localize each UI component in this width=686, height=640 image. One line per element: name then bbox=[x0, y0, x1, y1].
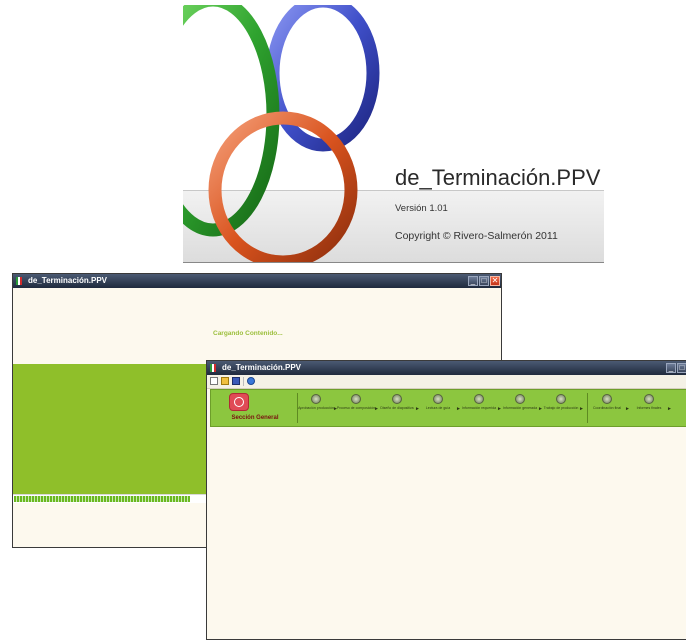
stage-button-3[interactable]: Diseño de diapositiva bbox=[380, 392, 414, 424]
maximize-button[interactable]: □ bbox=[479, 276, 489, 286]
app-title: de_Terminación.PPV bbox=[395, 165, 601, 190]
section-general-icon bbox=[229, 393, 249, 411]
close-button[interactable]: ✕ bbox=[490, 276, 500, 286]
splash-bottom-line bbox=[183, 262, 604, 263]
stage-button-2[interactable]: Proceso de composición bbox=[337, 392, 375, 424]
version-label: Versión 1.01 bbox=[395, 203, 448, 214]
stage-icon bbox=[311, 394, 321, 404]
app-flag-icon bbox=[16, 277, 24, 285]
new-file-icon[interactable] bbox=[210, 377, 218, 385]
window-title: de_Terminación.PPV bbox=[28, 276, 107, 285]
stage-icon bbox=[556, 394, 566, 404]
navigation-ribbon: Sección General Aprobación producción ► … bbox=[210, 389, 686, 427]
arrow-icon: ► bbox=[579, 406, 584, 412]
window-title: de_Terminación.PPV bbox=[222, 363, 301, 372]
stage-button-5[interactable]: Información requerida bbox=[462, 392, 496, 424]
minimize-icon: _ bbox=[668, 363, 674, 372]
loading-message: Cargando Contenido... bbox=[213, 330, 283, 337]
stage-label: Coordinación final bbox=[592, 406, 622, 410]
stage-label: Aprobación producción bbox=[298, 406, 334, 410]
stage-button-4[interactable]: Lectura de guía bbox=[423, 392, 453, 424]
orange-ring bbox=[208, 111, 358, 263]
splash-screen: de_Terminación.PPV Versión 1.01 Copyrigh… bbox=[183, 5, 604, 263]
main-titlebar[interactable]: de_Terminación.PPV _ □ bbox=[207, 361, 686, 375]
stage-label: Información requerida bbox=[461, 406, 497, 410]
arrow-icon: ► bbox=[667, 406, 672, 412]
minimize-button[interactable]: _ bbox=[468, 276, 478, 286]
stage-label: Lectura de guía bbox=[425, 406, 451, 410]
main-toolbar bbox=[207, 375, 686, 389]
minimize-icon: _ bbox=[470, 276, 476, 285]
stage-label: Diseño de diapositiva bbox=[380, 406, 414, 410]
stage-button-1[interactable]: Aprobación producción bbox=[298, 392, 334, 424]
maximize-icon: □ bbox=[679, 363, 685, 372]
stage-label: Informes finales bbox=[636, 406, 662, 410]
maximize-icon: □ bbox=[481, 276, 487, 285]
stage-icon bbox=[515, 394, 525, 404]
stage-icon bbox=[433, 394, 443, 404]
stage-icon bbox=[351, 394, 361, 404]
main-window: de_Terminación.PPV _ □ Sección General A… bbox=[206, 360, 686, 640]
section-general-button[interactable]: Sección General bbox=[211, 390, 299, 426]
open-folder-icon[interactable] bbox=[221, 377, 229, 385]
maximize-button[interactable]: □ bbox=[677, 363, 686, 373]
stage-label: Proceso de composición bbox=[336, 406, 376, 410]
stage-button-8[interactable]: Coordinación final bbox=[592, 392, 622, 424]
copyright-label: Copyright © Rivero-Salmerón 2011 bbox=[395, 230, 558, 242]
section-general-label: Sección General bbox=[231, 415, 279, 421]
stage-button-9[interactable]: Informes finales bbox=[634, 392, 664, 424]
stage-icon bbox=[644, 394, 654, 404]
stage-icon bbox=[392, 394, 402, 404]
help-icon[interactable] bbox=[247, 377, 255, 385]
app-flag-icon bbox=[210, 364, 218, 372]
minimize-button[interactable]: _ bbox=[666, 363, 676, 373]
stage-button-6[interactable]: Información generada bbox=[503, 392, 537, 424]
toolbar-separator bbox=[243, 377, 244, 386]
interlocking-rings-logo bbox=[183, 5, 380, 263]
stage-label: Trabajo de producción bbox=[543, 406, 579, 410]
close-icon: ✕ bbox=[491, 276, 499, 285]
stage-label: Información generada bbox=[502, 406, 538, 410]
save-icon[interactable] bbox=[232, 377, 240, 385]
loading-titlebar[interactable]: de_Terminación.PPV _ □ ✕ bbox=[13, 274, 501, 288]
stage-button-7[interactable]: Trabajo de producción bbox=[544, 392, 578, 424]
stage-icon bbox=[474, 394, 484, 404]
loading-progress-fill bbox=[14, 496, 190, 502]
stage-icon bbox=[602, 394, 612, 404]
